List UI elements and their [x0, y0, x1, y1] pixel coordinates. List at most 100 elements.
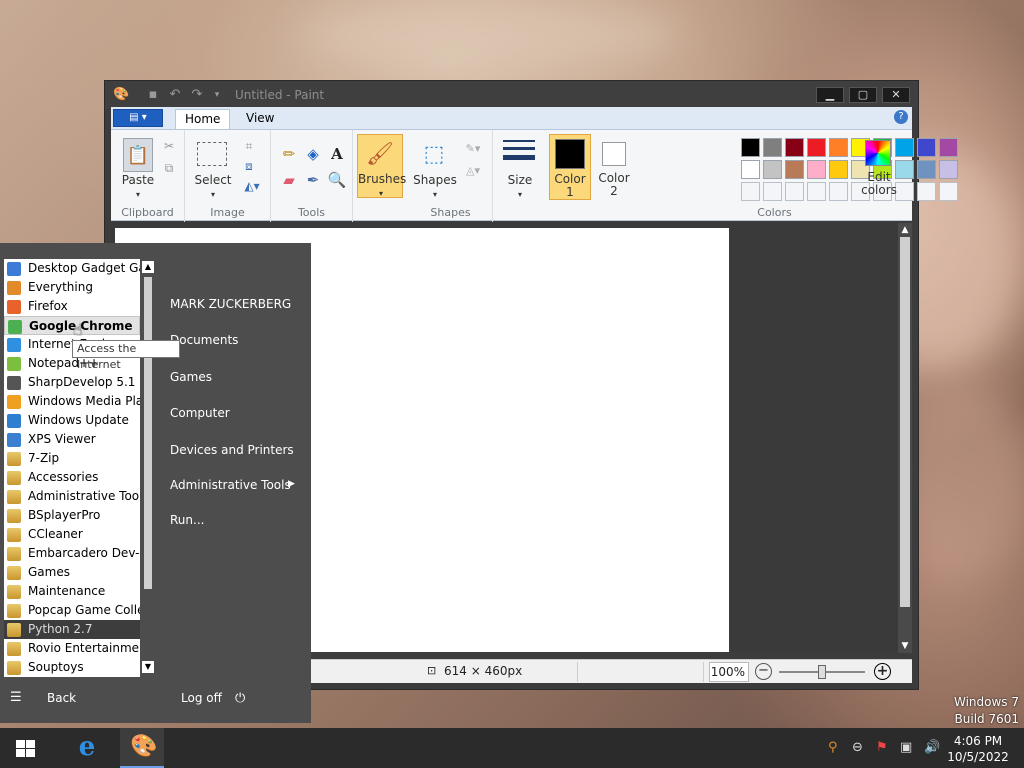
custom-color-slot[interactable] — [763, 182, 782, 201]
program-item[interactable]: Souptoys — [4, 658, 140, 677]
zoom-in-icon[interactable]: + — [874, 663, 891, 680]
color-swatch[interactable] — [829, 160, 848, 179]
program-item[interactable]: Rovio Entertainment — [4, 639, 140, 658]
help-icon[interactable]: ? — [894, 110, 908, 124]
edit-colors-button[interactable]: Edit colors — [857, 134, 901, 200]
color1-button[interactable]: Color 1 — [549, 134, 591, 200]
program-item[interactable]: Python 2.7 — [4, 620, 140, 639]
vertical-scrollbar[interactable]: ▲ ▼ — [898, 223, 912, 653]
color-swatch[interactable] — [829, 138, 848, 157]
color-swatch[interactable] — [917, 160, 936, 179]
program-item[interactable]: Everything — [4, 278, 140, 297]
save-icon[interactable]: ▪ — [145, 87, 161, 103]
program-item[interactable]: Accessories — [4, 468, 140, 487]
cut-icon[interactable]: ✂ — [161, 138, 177, 154]
zoom-slider-thumb[interactable] — [818, 665, 826, 679]
program-item[interactable]: Popcap Game Collection — [4, 601, 140, 620]
custom-color-slot[interactable] — [939, 182, 958, 201]
shape-fill-icon[interactable]: ◬▾ — [461, 162, 485, 178]
volume-icon[interactable]: 🔊 — [924, 740, 940, 755]
custom-color-slot[interactable] — [917, 182, 936, 201]
user-name-link[interactable]: MARK ZUCKERBERG — [170, 297, 291, 311]
computer-link[interactable]: Computer — [170, 406, 230, 420]
fill-icon[interactable]: ◈ — [303, 144, 323, 164]
maximize-button[interactable]: ▢ — [849, 87, 877, 103]
paint-taskbar-button[interactable]: 🎨 — [120, 728, 164, 768]
copy-icon[interactable]: ⧉ — [161, 160, 177, 176]
program-item[interactable]: Desktop Gadget Gallery — [4, 259, 140, 278]
scroll-up-icon[interactable]: ▲ — [898, 225, 912, 235]
network-icon[interactable]: ▣ — [900, 740, 912, 755]
color-picker-icon[interactable]: ✒ — [303, 170, 323, 190]
shapes-label[interactable]: Shapes — [413, 174, 457, 187]
program-item[interactable]: Google Chrome — [4, 316, 140, 335]
undo-icon[interactable]: ↶ — [167, 87, 183, 103]
log-off-button[interactable]: Log off — [181, 691, 222, 705]
color-swatch[interactable] — [741, 138, 760, 157]
color-swatch[interactable] — [939, 138, 958, 157]
documents-link[interactable]: Documents — [170, 333, 238, 347]
size-button[interactable]: Size ▾ — [499, 134, 541, 199]
program-item[interactable]: Administrative Tools — [4, 487, 140, 506]
rotate-icon[interactable]: ◭▾ — [241, 178, 263, 194]
minimize-button[interactable]: ▁ — [816, 87, 844, 103]
clock[interactable]: 4:06 PM 10/5/2022 — [946, 733, 1010, 765]
color-swatch[interactable] — [763, 160, 782, 179]
program-item[interactable]: CCleaner — [4, 525, 140, 544]
program-item[interactable]: Games — [4, 563, 140, 582]
program-item[interactable]: XPS Viewer — [4, 430, 140, 449]
administrative-tools-link[interactable]: Administrative Tools — [170, 478, 291, 492]
color-swatch[interactable] — [939, 160, 958, 179]
run-link[interactable]: Run... — [170, 513, 204, 527]
magnifier-icon[interactable]: 🔍 — [327, 170, 347, 190]
tab-view[interactable]: View — [237, 109, 283, 129]
brushes-button[interactable]: 🖌 Brushes ▾ — [357, 134, 406, 198]
pencil-icon[interactable]: ✏ — [279, 144, 299, 164]
programs-scroll-up-icon[interactable]: ▲ — [142, 261, 154, 273]
scroll-thumb[interactable] — [900, 237, 910, 607]
tab-home[interactable]: Home — [175, 109, 231, 129]
paste-icon[interactable]: 📋 — [123, 138, 153, 172]
text-icon[interactable]: A — [327, 144, 347, 164]
color-swatch[interactable] — [763, 138, 782, 157]
programs-scroll-thumb[interactable] — [144, 277, 152, 589]
custom-color-slot[interactable] — [785, 182, 804, 201]
close-button[interactable]: ✕ — [882, 87, 910, 103]
customize-quick-access-icon[interactable]: ▾ — [209, 87, 225, 103]
color-swatch[interactable] — [785, 138, 804, 157]
program-item[interactable]: Windows Media Player — [4, 392, 140, 411]
tray-app-icon[interactable]: ⊖ — [852, 740, 863, 755]
color-swatch[interactable] — [917, 138, 936, 157]
custom-color-slot[interactable] — [807, 182, 826, 201]
program-item[interactable]: Embarcadero Dev-C++ — [4, 544, 140, 563]
program-item[interactable]: BSplayerPro — [4, 506, 140, 525]
paste-label[interactable]: Paste — [117, 174, 159, 187]
select-dropdown-icon[interactable]: ▾ — [208, 188, 218, 201]
program-item[interactable]: 7-Zip — [4, 449, 140, 468]
games-link[interactable]: Games — [170, 370, 212, 384]
start-button[interactable] — [16, 740, 36, 758]
outline-icon[interactable]: ✎▾ — [461, 140, 485, 156]
zoom-out-icon[interactable]: − — [755, 663, 772, 680]
program-item[interactable]: Windows Update — [4, 411, 140, 430]
shapes-icon[interactable]: ⬚ — [419, 138, 449, 170]
paste-dropdown-icon[interactable]: ▾ — [133, 188, 143, 201]
back-button[interactable]: Back — [47, 691, 76, 705]
program-item[interactable]: Maintenance — [4, 582, 140, 601]
program-item[interactable]: SharpDevelop 5.1 RC — [4, 373, 140, 392]
select-icon[interactable] — [197, 142, 227, 166]
everything-tray-icon[interactable]: ⚲ — [828, 740, 838, 755]
select-label[interactable]: Select — [193, 174, 233, 187]
power-icon[interactable]: ⏻ — [235, 691, 245, 706]
program-item[interactable]: Firefox — [4, 297, 140, 316]
color2-button[interactable]: Color 2 — [593, 134, 635, 200]
internet-explorer-taskbar-icon[interactable]: e — [70, 732, 104, 764]
custom-color-slot[interactable] — [741, 182, 760, 201]
redo-icon[interactable]: ↷ — [189, 87, 205, 103]
programs-scrollbar[interactable]: ▲ ▼ — [140, 259, 156, 677]
programs-scroll-down-icon[interactable]: ▼ — [142, 661, 154, 673]
devices-and-printers-link[interactable]: Devices and Printers — [170, 443, 294, 457]
shapes-dropdown-icon[interactable]: ▾ — [430, 188, 440, 201]
color-swatch[interactable] — [807, 160, 826, 179]
scroll-down-icon[interactable]: ▼ — [898, 641, 912, 651]
